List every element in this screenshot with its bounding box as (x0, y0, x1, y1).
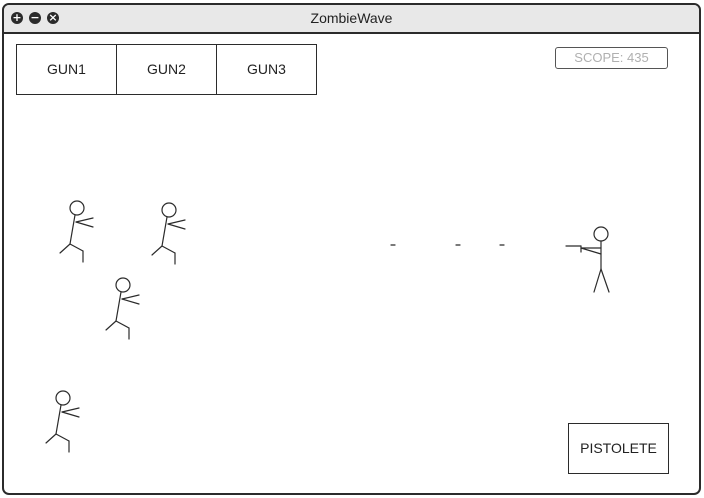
zombie-figure[interactable] (59, 200, 94, 263)
game-scene (45, 200, 610, 453)
zombie-figure[interactable] (151, 202, 186, 265)
zombie-figure[interactable] (45, 390, 80, 453)
weapon-button[interactable]: PISTOLETE (568, 423, 669, 474)
zombie-figure[interactable] (105, 277, 140, 340)
game-window: + − × ZombieWave GUN1 GUN2 GUN3 SCOPE: 4… (2, 3, 701, 495)
player-figure[interactable] (565, 226, 610, 293)
